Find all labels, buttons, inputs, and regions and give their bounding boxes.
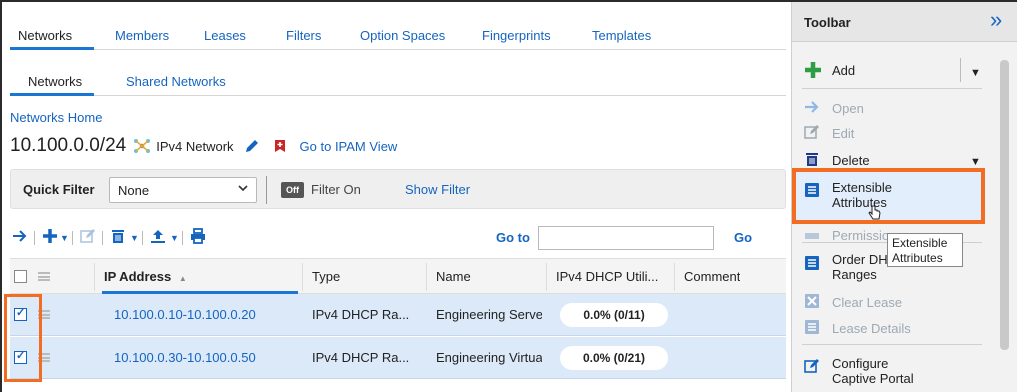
side-toolbar-title: Toolbar bbox=[804, 15, 851, 30]
double-chevron-right-icon[interactable]: » bbox=[990, 8, 1002, 32]
trash-icon[interactable] bbox=[110, 228, 126, 250]
arrow-right-icon bbox=[804, 99, 820, 119]
lease-details-button[interactable]: Lease Details bbox=[832, 321, 911, 336]
edit-button[interactable]: Edit bbox=[832, 126, 854, 141]
bookmark-icon[interactable] bbox=[274, 139, 286, 153]
clear-icon bbox=[804, 293, 820, 313]
divider bbox=[142, 231, 143, 245]
sort-ascending-icon: ▲ bbox=[178, 274, 187, 283]
add-icon[interactable] bbox=[42, 228, 58, 250]
add-icon bbox=[804, 61, 822, 83]
extensible-attributes-button[interactable]: Extensible Attributes bbox=[832, 180, 892, 210]
hand-cursor-icon bbox=[868, 205, 882, 224]
quick-filter-value: None bbox=[118, 183, 150, 198]
column-header-name[interactable]: Name bbox=[436, 259, 471, 295]
caret-down-icon[interactable]: ▼ bbox=[60, 228, 69, 248]
quick-filter-label: Quick Filter bbox=[23, 182, 95, 197]
quick-filter-select[interactable]: None bbox=[109, 177, 257, 203]
breadcrumb-networks-home[interactable]: Networks Home bbox=[10, 110, 102, 125]
divider bbox=[72, 231, 73, 245]
cell-ip-address[interactable]: 10.100.0.30-10.100.0.50 bbox=[114, 340, 256, 376]
filter-on-label: Filter On bbox=[311, 182, 361, 197]
networks-grid: IP Address ▲ Type Name IPv4 DHCP Utili..… bbox=[10, 258, 786, 392]
order-dhcp-ranges-button[interactable]: Order DHCP Ranges bbox=[832, 252, 888, 282]
active-tab-indicator bbox=[10, 47, 94, 50]
go-to-label: Go to bbox=[496, 230, 530, 245]
caret-down-icon[interactable]: ▼ bbox=[170, 228, 179, 248]
filter-toggle[interactable]: Off bbox=[281, 182, 304, 198]
network-cidr: 10.100.0.0/24 bbox=[10, 135, 127, 156]
tab-networks[interactable]: Networks bbox=[18, 28, 72, 43]
tab-leases[interactable]: Leases bbox=[204, 28, 246, 43]
tab-option-spaces[interactable]: Option Spaces bbox=[360, 28, 445, 43]
list-icon bbox=[804, 255, 820, 275]
divider bbox=[266, 176, 267, 204]
column-header-ip-address[interactable]: IP Address ▲ bbox=[104, 259, 187, 295]
configure-captive-portal-button[interactable]: Configure Captive Portal bbox=[832, 356, 914, 386]
column-header-comment[interactable]: Comment bbox=[684, 259, 740, 295]
caret-down-icon[interactable]: ▼ bbox=[970, 156, 981, 168]
tab-fingerprints[interactable]: Fingerprints bbox=[482, 28, 551, 43]
go-to-input[interactable] bbox=[538, 226, 714, 250]
go-to-ipam-view-link[interactable]: Go to IPAM View bbox=[300, 139, 398, 154]
divider bbox=[182, 231, 183, 245]
cell-type: IPv4 DHCP Ra... bbox=[312, 350, 410, 365]
select-all-checkbox[interactable] bbox=[14, 270, 27, 283]
network-type-label: IPv4 Network bbox=[156, 138, 234, 154]
cell-name: Engineering Server bbox=[436, 307, 542, 322]
table-row[interactable]: 10.100.0.10-10.100.0.20 IPv4 DHCP Ra... … bbox=[10, 294, 786, 336]
edit-icon bbox=[804, 358, 820, 378]
print-icon[interactable] bbox=[190, 228, 206, 250]
clear-lease-button[interactable]: Clear Lease bbox=[832, 295, 902, 310]
add-button[interactable]: Add bbox=[832, 63, 855, 78]
cell-ip-address[interactable]: 10.100.0.10-10.100.0.20 bbox=[114, 297, 256, 333]
arrow-right-icon[interactable] bbox=[12, 228, 28, 250]
caret-down-icon[interactable]: ▼ bbox=[130, 228, 139, 248]
grid-toolbar: ▼ ▼ ▼ Go to Go bbox=[10, 226, 786, 252]
grid-header: IP Address ▲ Type Name IPv4 DHCP Utili..… bbox=[10, 258, 786, 294]
open-button[interactable]: Open bbox=[832, 101, 864, 116]
subtab-networks[interactable]: Networks bbox=[28, 74, 82, 89]
side-toolbar: Toolbar » Add ▼ Open Edit Delete ▼ Exten… bbox=[791, 2, 1017, 392]
go-button[interactable]: Go bbox=[734, 230, 752, 245]
list-icon bbox=[804, 182, 820, 202]
network-title: 10.100.0.0/24 IPv4 Network Go to IPAM Vi… bbox=[10, 133, 397, 159]
divider bbox=[34, 231, 35, 245]
delete-button[interactable]: Delete bbox=[832, 153, 870, 168]
tab-templates[interactable]: Templates bbox=[592, 28, 651, 43]
table-row[interactable]: 10.100.0.30-10.100.0.50 IPv4 DHCP Ra... … bbox=[10, 337, 786, 379]
checkbox-highlight-box bbox=[4, 294, 42, 382]
divider bbox=[102, 231, 103, 245]
subtab-shared-networks[interactable]: Shared Networks bbox=[126, 74, 226, 89]
secondary-tabs: Networks Shared Networks bbox=[10, 66, 786, 96]
list-icon bbox=[804, 319, 820, 339]
subnet-icon bbox=[132, 137, 152, 155]
side-toolbar-header: Toolbar » bbox=[792, 2, 1017, 42]
upload-icon[interactable] bbox=[150, 228, 166, 250]
tab-filters[interactable]: Filters bbox=[286, 28, 321, 43]
chevron-down-icon bbox=[238, 182, 248, 196]
cell-type: IPv4 DHCP Ra... bbox=[312, 307, 410, 322]
main-panel: Networks Members Leases Filters Option S… bbox=[2, 2, 788, 392]
pencil-icon[interactable] bbox=[244, 138, 260, 154]
column-header-type[interactable]: Type bbox=[312, 259, 340, 295]
side-toolbar-scrollbar[interactable] bbox=[1000, 46, 1009, 392]
scroll-thumb[interactable] bbox=[1000, 60, 1009, 350]
caret-down-icon[interactable]: ▼ bbox=[970, 67, 981, 79]
quick-filter-bar: Quick Filter None Off Filter On Show Fil… bbox=[10, 169, 786, 209]
cell-name: Engineering Virtual bbox=[436, 350, 542, 365]
edit-icon[interactable] bbox=[80, 228, 96, 250]
edit-icon bbox=[804, 124, 820, 144]
cell-utilization: 0.0% (0/21) bbox=[560, 346, 668, 370]
tab-members[interactable]: Members bbox=[115, 28, 169, 43]
column-header-ipv4-dhcp-utilization[interactable]: IPv4 DHCP Utili... bbox=[556, 259, 658, 295]
key-icon bbox=[804, 228, 820, 248]
tooltip-extensible-attributes: Extensible Attributes bbox=[887, 233, 963, 267]
show-filter-link[interactable]: Show Filter bbox=[405, 182, 470, 197]
primary-tabs: Networks Members Leases Filters Option S… bbox=[10, 20, 786, 50]
active-subtab-indicator bbox=[10, 93, 94, 96]
cell-utilization: 0.0% (0/11) bbox=[560, 303, 668, 327]
drag-handle-icon bbox=[38, 272, 50, 281]
